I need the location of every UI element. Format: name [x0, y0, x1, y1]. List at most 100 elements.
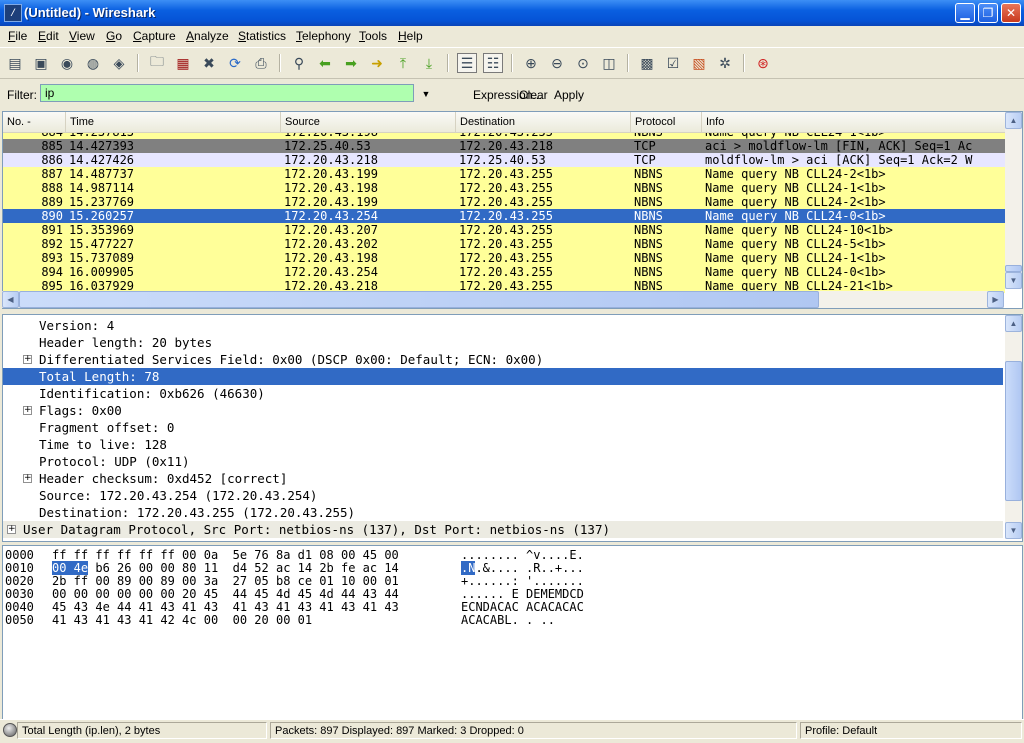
- detail-row[interactable]: + User Datagram Protocol, Src Port: netbi…: [3, 521, 1003, 538]
- save-file-icon[interactable]: ▦: [173, 53, 193, 73]
- find-packet-icon[interactable]: ⚲: [289, 53, 309, 73]
- packet-row[interactable]: 890 15.260257 172.20.43.254 172.20.43.255 NB…: [3, 209, 1005, 223]
- packet-row[interactable]: 892 15.477227 172.20.43.202 172.20.43.255 NB…: [3, 237, 1005, 251]
- detail-row[interactable]: Destination: 172.20.43.255 (172.20.43.25…: [3, 504, 1003, 521]
- cell-src: 172.20.43.202: [284, 237, 378, 251]
- cell-info: moldflow-lm > aci [ACK] Seq=1 Ack=2 W: [705, 153, 973, 167]
- menu-view[interactable]: View: [69, 29, 95, 43]
- open-file-icon[interactable]: 🗀: [147, 53, 167, 73]
- menu-go[interactable]: Go: [106, 29, 122, 43]
- expand-icon[interactable]: +: [23, 355, 32, 364]
- start-capture-icon[interactable]: ◉: [57, 53, 77, 73]
- scroll-down-icon[interactable]: ▼: [1005, 272, 1022, 289]
- reload-icon[interactable]: ⟳: [225, 53, 245, 73]
- close-button[interactable]: ✕: [1001, 3, 1021, 23]
- scroll-up-icon[interactable]: ▲: [1005, 112, 1022, 129]
- apply-button[interactable]: Apply: [554, 88, 584, 102]
- menu-edit[interactable]: Edit: [38, 29, 59, 43]
- zoom-out-icon[interactable]: ⊖: [547, 53, 567, 73]
- column-destination[interactable]: Destination: [456, 112, 631, 132]
- packet-bytes-pane[interactable]: 0000 ff ff ff ff ff ff 00 0a 5e 76 8a d1 …: [2, 545, 1023, 720]
- expert-info-icon[interactable]: [3, 723, 17, 737]
- column-source[interactable]: Source: [281, 112, 456, 132]
- minimize-button[interactable]: ▁: [955, 3, 975, 23]
- packet-row[interactable]: 885 14.427393 172.25.40.53 172.20.43.218 TCP…: [3, 139, 1005, 153]
- scroll-thumb[interactable]: [1005, 265, 1022, 272]
- print-icon[interactable]: ⎙: [251, 53, 271, 73]
- packet-row[interactable]: 891 15.353969 172.20.43.207 172.20.43.255 NB…: [3, 223, 1005, 237]
- scroll-left-icon[interactable]: ◀: [2, 291, 19, 308]
- expand-icon[interactable]: +: [7, 525, 16, 534]
- details-vscrollbar[interactable]: ▲ ▼: [1005, 315, 1022, 539]
- capture-options-icon[interactable]: ▣: [31, 53, 51, 73]
- display-filter-input[interactable]: [40, 84, 414, 102]
- packet-row[interactable]: 887 14.487737 172.20.43.199 172.20.43.255 NB…: [3, 167, 1005, 181]
- detail-row[interactable]: Version: 4: [3, 317, 1003, 334]
- capture-filters-icon[interactable]: ▩: [637, 53, 657, 73]
- coloring-rules-icon[interactable]: ▧: [689, 53, 709, 73]
- title-bar[interactable]: ⁄ (Untitled) - Wireshark ▁ ❐ ✕: [0, 0, 1024, 26]
- menu-file[interactable]: File: [8, 29, 27, 43]
- packet-list[interactable]: No. - Time Source Destination Protocol I…: [2, 111, 1023, 309]
- detail-row[interactable]: Header length: 20 bytes: [3, 334, 1003, 351]
- zoom-in-icon[interactable]: ⊕: [521, 53, 541, 73]
- display-filters-icon[interactable]: ☑: [663, 53, 683, 73]
- expand-icon[interactable]: +: [23, 474, 32, 483]
- packet-row[interactable]: 894 16.009905 172.20.43.254 172.20.43.255 NB…: [3, 265, 1005, 279]
- last-packet-icon[interactable]: ⤓: [419, 53, 439, 73]
- auto-scroll-icon[interactable]: ☷: [483, 53, 503, 73]
- zoom-normal-icon[interactable]: ⊙: [573, 53, 593, 73]
- scroll-up-icon[interactable]: ▲: [1005, 315, 1022, 332]
- profile-status[interactable]: Profile: Default: [800, 722, 1022, 739]
- restore-button[interactable]: ❐: [978, 3, 998, 23]
- interfaces-icon[interactable]: ▤: [5, 53, 25, 73]
- menu-statistics[interactable]: Statistics: [238, 29, 286, 43]
- cell-info: Name query NB CLL24-0<1b>: [705, 209, 886, 223]
- hscroll-thumb[interactable]: [19, 291, 819, 308]
- menu-tools[interactable]: Tools: [359, 29, 387, 43]
- detail-row[interactable]: Total Length: 78: [3, 368, 1003, 385]
- go-to-packet-icon[interactable]: ➜: [367, 53, 387, 73]
- help-icon[interactable]: ⊛: [753, 53, 773, 73]
- scroll-right-icon[interactable]: ▶: [987, 291, 1004, 308]
- filter-dropdown-icon[interactable]: ▼: [419, 87, 433, 101]
- colorize-icon[interactable]: ☰: [457, 53, 477, 73]
- column-time[interactable]: Time: [66, 112, 281, 132]
- first-packet-icon[interactable]: ⤒: [393, 53, 413, 73]
- packet-row[interactable]: 893 15.737089 172.20.43.198 172.20.43.255 NB…: [3, 251, 1005, 265]
- go-forward-icon[interactable]: ➡: [341, 53, 361, 73]
- scroll-thumb[interactable]: [1005, 361, 1022, 501]
- detail-row[interactable]: Protocol: UDP (0x11): [3, 453, 1003, 470]
- menu-help[interactable]: Help: [398, 29, 423, 43]
- hex-bytes[interactable]: 41 43 41 43 41 42 4c 00 00 20 00 01: [52, 614, 312, 627]
- packet-row[interactable]: 888 14.987114 172.20.43.198 172.20.43.255 NB…: [3, 181, 1005, 195]
- detail-row[interactable]: Fragment offset: 0: [3, 419, 1003, 436]
- detail-row[interactable]: + Header checksum: 0xd452 [correct]: [3, 470, 1003, 487]
- scroll-down-icon[interactable]: ▼: [1005, 522, 1022, 539]
- menu-analyze[interactable]: Analyze: [186, 29, 229, 43]
- go-back-icon[interactable]: ⬅: [315, 53, 335, 73]
- column-info[interactable]: Info: [702, 112, 1005, 132]
- menu-telephony[interactable]: Telephony: [296, 29, 351, 43]
- detail-row[interactable]: Identification: 0xb626 (46630): [3, 385, 1003, 402]
- packet-list-vscrollbar[interactable]: ▲ ▼: [1005, 112, 1022, 289]
- packet-row[interactable]: 889 15.237769 172.20.43.199 172.20.43.255 NB…: [3, 195, 1005, 209]
- restart-capture-icon[interactable]: ◈: [109, 53, 129, 73]
- detail-row[interactable]: + Flags: 0x00: [3, 402, 1003, 419]
- clear-button[interactable]: Clear: [519, 88, 548, 102]
- detail-row[interactable]: Source: 172.20.43.254 (172.20.43.254): [3, 487, 1003, 504]
- detail-row[interactable]: + Differentiated Services Field: 0x00 (DS…: [3, 351, 1003, 368]
- hex-ascii[interactable]: ACACABL. . ..: [461, 614, 555, 627]
- close-file-icon[interactable]: ✖: [199, 53, 219, 73]
- packet-details-pane[interactable]: Version: 4 Header length: 20 bytes + Differ…: [2, 314, 1023, 542]
- menu-capture[interactable]: Capture: [133, 29, 176, 43]
- detail-row[interactable]: Time to live: 128: [3, 436, 1003, 453]
- resize-columns-icon[interactable]: ◫: [599, 53, 619, 73]
- column-no[interactable]: No. -: [3, 112, 66, 132]
- expand-icon[interactable]: +: [23, 406, 32, 415]
- stop-capture-icon[interactable]: ◍: [83, 53, 103, 73]
- column-protocol[interactable]: Protocol: [631, 112, 702, 132]
- packet-row[interactable]: 886 14.427426 172.20.43.218 172.25.40.53 TCP…: [3, 153, 1005, 167]
- packet-list-hscrollbar[interactable]: ◀ ▶: [2, 291, 1004, 308]
- preferences-icon[interactable]: ✲: [715, 53, 735, 73]
